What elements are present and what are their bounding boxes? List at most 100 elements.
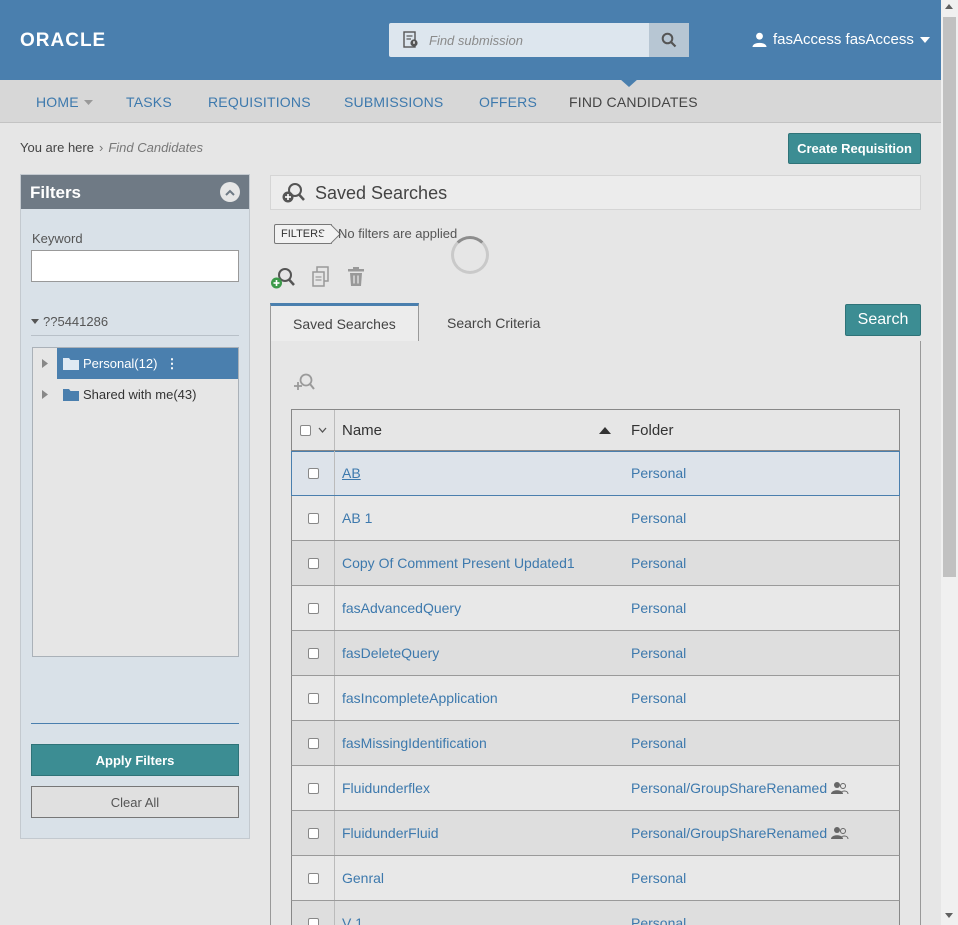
table-row[interactable]: V 1 Personal bbox=[291, 901, 900, 925]
table-row[interactable]: Genral Personal bbox=[291, 856, 900, 901]
page-scrollbar[interactable] bbox=[941, 0, 958, 925]
copy-icon[interactable] bbox=[312, 266, 330, 288]
find-submission-input[interactable] bbox=[429, 23, 647, 57]
folder-path: Personal bbox=[631, 510, 687, 526]
tab-bar: Saved Searches Search Criteria bbox=[270, 303, 921, 343]
apply-filters-button[interactable]: Apply Filters bbox=[31, 744, 239, 776]
nav-find-candidates[interactable]: FIND CANDIDATES bbox=[569, 94, 698, 110]
scroll-down-arrow-icon[interactable] bbox=[945, 913, 953, 918]
collapse-filters-button[interactable] bbox=[220, 182, 240, 202]
kebab-menu-icon[interactable]: ⋮ bbox=[165, 356, 178, 372]
table-row[interactable]: fasDeleteQuery Personal bbox=[291, 631, 900, 676]
clear-all-button[interactable]: Clear All bbox=[31, 786, 239, 818]
filters-title: Filters bbox=[30, 183, 82, 202]
saved-search-name-link[interactable]: fasMissingIdentification bbox=[342, 735, 487, 751]
tree-node-shared[interactable]: Shared with me(43) bbox=[33, 379, 238, 410]
saved-search-folder: Personal bbox=[631, 510, 686, 526]
row-select-cell bbox=[292, 496, 335, 540]
saved-search-name-link[interactable]: FluidunderFluid bbox=[342, 825, 439, 841]
row-checkbox[interactable] bbox=[307, 782, 319, 794]
table-row[interactable]: fasMissingIdentification Personal bbox=[291, 721, 900, 766]
column-header-name[interactable]: Name bbox=[342, 422, 382, 439]
chevron-down-icon[interactable] bbox=[318, 427, 327, 433]
saved-search-name-link[interactable]: fasDeleteQuery bbox=[342, 645, 439, 661]
grid-header: Name Folder bbox=[291, 409, 900, 451]
saved-search-folder: Personal bbox=[631, 915, 686, 925]
row-checkbox[interactable] bbox=[307, 512, 319, 524]
caret-down-icon bbox=[31, 319, 39, 324]
new-saved-search-icon[interactable] bbox=[270, 266, 296, 290]
saved-search-name-link[interactable]: Genral bbox=[342, 870, 384, 886]
add-search-small-icon[interactable] bbox=[292, 372, 316, 392]
row-checkbox[interactable] bbox=[307, 872, 319, 884]
delete-icon[interactable] bbox=[347, 266, 365, 288]
folder-tree-title: ??5441286 bbox=[43, 314, 109, 329]
tab-saved-searches[interactable]: Saved Searches bbox=[270, 303, 419, 343]
saved-search-folder: Personal bbox=[631, 735, 686, 751]
table-row[interactable]: AB Personal bbox=[291, 451, 900, 496]
expand-arrow-icon[interactable] bbox=[33, 390, 57, 399]
row-checkbox[interactable] bbox=[307, 827, 319, 839]
saved-search-folder: Personal/GroupShareRenamed bbox=[631, 780, 849, 796]
folder-icon bbox=[63, 389, 79, 401]
saved-search-name-link[interactable]: fasIncompleteApplication bbox=[342, 690, 498, 706]
nav-offers[interactable]: OFFERS bbox=[479, 94, 537, 110]
table-row[interactable]: Fluidunderflex Personal/GroupShareRenamed bbox=[291, 766, 900, 811]
table-row[interactable]: AB 1 Personal bbox=[291, 496, 900, 541]
table-row[interactable]: fasIncompleteApplication Personal bbox=[291, 676, 900, 721]
shared-users-icon bbox=[831, 782, 849, 795]
row-checkbox[interactable] bbox=[307, 737, 319, 749]
saved-search-folder: Personal bbox=[631, 870, 686, 886]
saved-searches-header: Saved Searches bbox=[270, 175, 921, 210]
folder-path: Personal bbox=[631, 555, 687, 571]
create-requisition-button[interactable]: Create Requisition bbox=[788, 133, 921, 164]
sort-ascending-icon[interactable] bbox=[599, 427, 611, 434]
user-menu[interactable]: fasAccess fasAccess bbox=[752, 31, 930, 48]
oracle-logo[interactable]: ORACLE bbox=[20, 30, 106, 52]
saved-search-name-link[interactable]: Copy Of Comment Present Updated1 bbox=[342, 555, 575, 571]
folder-path: Personal bbox=[631, 870, 687, 886]
scroll-thumb[interactable] bbox=[943, 17, 956, 577]
folder-path: Personal bbox=[631, 645, 687, 661]
row-checkbox[interactable] bbox=[307, 692, 319, 704]
scroll-up-arrow-icon[interactable] bbox=[945, 4, 953, 9]
document-search-icon bbox=[403, 31, 418, 48]
row-select-cell bbox=[292, 856, 335, 900]
folder-tree-toggle[interactable]: ??5441286 bbox=[31, 314, 108, 329]
table-row[interactable]: FluidunderFluid Personal/GroupShareRename… bbox=[291, 811, 900, 856]
saved-search-folder: Personal bbox=[631, 555, 686, 571]
search-button[interactable] bbox=[649, 23, 689, 57]
row-checkbox[interactable] bbox=[307, 557, 319, 569]
divider bbox=[31, 723, 239, 724]
saved-search-name-link[interactable]: fasAdvancedQuery bbox=[342, 600, 461, 616]
nav-tasks[interactable]: TASKS bbox=[126, 94, 172, 110]
row-checkbox[interactable] bbox=[307, 647, 319, 659]
saved-search-name-link[interactable]: AB 1 bbox=[342, 510, 372, 526]
saved-search-name-link[interactable]: Fluidunderflex bbox=[342, 780, 430, 796]
select-all-checkbox[interactable] bbox=[300, 425, 311, 436]
breadcrumb-current: Find Candidates bbox=[108, 140, 203, 155]
search-submit-button[interactable]: Search bbox=[845, 304, 921, 336]
row-select-cell bbox=[292, 676, 335, 720]
table-row[interactable]: fasAdvancedQuery Personal bbox=[291, 586, 900, 631]
column-header-folder[interactable]: Folder bbox=[631, 422, 674, 439]
filters-panel: Filters Keyword ??5441286 Personal(12) ⋮ bbox=[20, 174, 250, 839]
active-nav-pointer bbox=[620, 79, 638, 87]
row-checkbox[interactable] bbox=[307, 602, 319, 614]
saved-search-name-link[interactable]: V 1 bbox=[342, 915, 363, 925]
saved-searches-grid: Name Folder AB Personal AB 1 Personal Copy O… bbox=[291, 409, 900, 925]
nav-home[interactable]: HOME bbox=[36, 94, 93, 110]
tree-node-personal[interactable]: Personal(12) ⋮ bbox=[33, 348, 238, 379]
row-select-cell bbox=[292, 451, 335, 495]
nav-submissions[interactable]: SUBMISSIONS bbox=[344, 94, 443, 110]
keyword-input[interactable] bbox=[31, 250, 239, 282]
row-checkbox[interactable] bbox=[307, 467, 319, 479]
expand-arrow-icon[interactable] bbox=[33, 359, 57, 368]
saved-search-name-link[interactable]: AB bbox=[342, 465, 361, 481]
folder-path: Personal bbox=[631, 690, 687, 706]
table-row[interactable]: Copy Of Comment Present Updated1 Personal bbox=[291, 541, 900, 586]
nav-requisitions[interactable]: REQUISITIONS bbox=[208, 94, 311, 110]
tab-search-criteria[interactable]: Search Criteria bbox=[425, 303, 562, 342]
row-checkbox[interactable] bbox=[307, 917, 319, 925]
row-select-cell bbox=[292, 586, 335, 630]
